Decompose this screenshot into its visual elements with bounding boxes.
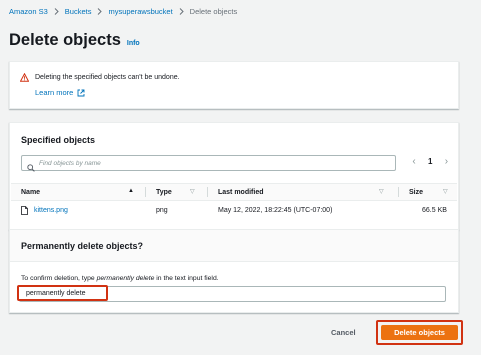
permanently-delete-title: Permanently delete objects? (21, 241, 144, 251)
page-number[interactable]: 1 (428, 157, 432, 166)
breadcrumb: Amazon S3 Buckets mysuperawsbucket Delet… (9, 4, 237, 18)
confirm-field[interactable]: permanently delete (17, 285, 446, 302)
learn-more-label: Learn more (35, 88, 74, 97)
breadcrumb-buckets[interactable]: Buckets (65, 7, 92, 16)
object-size: 66.5 KB (422, 207, 447, 214)
column-name[interactable]: Name (21, 189, 40, 196)
table-header: Name ▲ Type ▽ Last modified ▽ Size ▽ (11, 183, 457, 201)
table-row: kittens.png png May 12, 2022, 18:22:45 (… (11, 201, 457, 221)
column-last-modified[interactable]: Last modified (218, 189, 264, 196)
warning-row: Deleting the specified objects can't be … (19, 72, 180, 82)
sort-icon[interactable]: ▽ (379, 188, 384, 195)
instruction-keyword: permanently delete (96, 275, 155, 282)
breadcrumb-amazon-s3[interactable]: Amazon S3 (9, 7, 48, 16)
warning-message: Deleting the specified objects can't be … (35, 74, 180, 81)
learn-more-link[interactable]: Learn more (35, 88, 85, 97)
sort-icon[interactable]: ▽ (443, 188, 448, 195)
delete-button-highlight: Delete objects (376, 320, 463, 345)
file-icon (21, 206, 28, 215)
search-icon (27, 159, 35, 172)
page-header: Delete objects Info (9, 31, 140, 50)
confirm-input[interactable]: permanently delete (17, 285, 108, 301)
chevron-right-icon[interactable]: › (441, 156, 451, 167)
object-name-link[interactable]: kittens.png (34, 207, 68, 214)
warning-icon (19, 72, 30, 82)
column-size[interactable]: Size (409, 189, 423, 196)
search-box[interactable] (21, 155, 396, 172)
instruction-suffix: in the text input field. (154, 275, 219, 282)
object-last-modified: May 12, 2022, 18:22:45 (UTC-07:00) (218, 207, 333, 214)
chevron-right-icon (179, 7, 184, 15)
chevron-left-icon[interactable]: ‹ (409, 156, 419, 167)
sort-icon[interactable]: ▽ (190, 188, 195, 195)
breadcrumb-current: Delete objects (189, 6, 238, 16)
column-type[interactable]: Type (156, 189, 172, 196)
breadcrumb-bucket[interactable]: mysuperawsbucket (108, 7, 172, 16)
page-title: Delete objects (9, 31, 121, 49)
sort-ascending-icon[interactable]: ▲ (128, 188, 134, 194)
warning-alert: Deleting the specified objects can't be … (9, 61, 459, 109)
pagination: ‹ 1 › (409, 156, 451, 167)
permanently-delete-header: Permanently delete objects? (10, 230, 458, 262)
specified-objects-panel: Specified objects ‹ 1 › Name ▲ Type ▽ La… (9, 122, 459, 230)
search-input[interactable] (39, 159, 379, 167)
column-divider (207, 187, 208, 197)
column-divider (398, 187, 399, 197)
object-type: png (156, 207, 168, 214)
info-link[interactable]: Info (127, 40, 140, 47)
chevron-right-icon (97, 7, 103, 15)
external-link-icon (77, 89, 85, 97)
permanently-delete-panel: Permanently delete objects? To confirm d… (9, 229, 459, 313)
cancel-button[interactable]: Cancel (331, 328, 356, 337)
column-divider (145, 187, 146, 197)
specified-objects-title: Specified objects (21, 135, 96, 145)
confirm-instruction: To confirm deletion, type permanently de… (21, 275, 219, 282)
instruction-prefix: To confirm deletion, type (21, 275, 97, 282)
chevron-right-icon (54, 7, 59, 15)
delete-objects-button[interactable]: Delete objects (381, 325, 458, 340)
